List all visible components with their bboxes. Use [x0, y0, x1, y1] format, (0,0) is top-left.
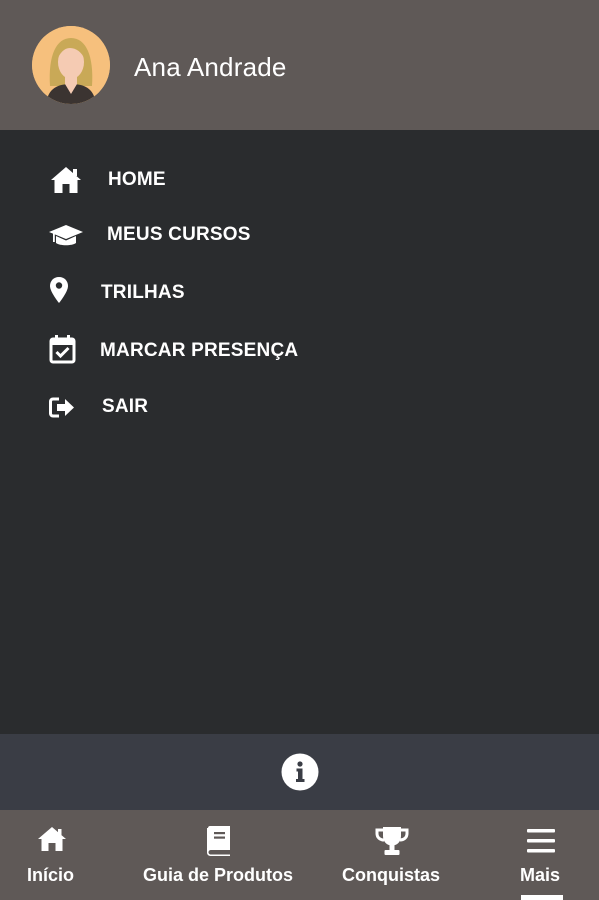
menu-item-label: SAIR [102, 396, 149, 417]
info-icon[interactable] [281, 753, 319, 791]
menu-icon [527, 828, 555, 859]
menu-item-label: MARCAR PRESENÇA [100, 340, 299, 361]
menu-item-sair[interactable]: SAIR [48, 389, 208, 425]
nav-item-conquistas[interactable]: Conquistas [338, 810, 448, 900]
nav-label: Conquistas [342, 865, 441, 885]
user-name: Ana Andrade [134, 52, 287, 82]
menu-item-meus-cursos[interactable]: MEUS CURSOS [48, 217, 268, 253]
nav-item-guia-de-produtos[interactable]: Guia de Produtos [140, 810, 300, 900]
home-icon [48, 162, 84, 198]
nav-item-mais[interactable]: Mais [510, 810, 574, 900]
menu-item-label: MEUS CURSOS [107, 224, 251, 245]
menu-item-trilhas[interactable]: TRILHAS [48, 275, 228, 311]
menu-item-label: HOME [108, 169, 166, 190]
trophy-icon [374, 825, 410, 862]
active-tab-indicator [521, 895, 563, 900]
home-icon [36, 825, 68, 858]
avatar-illustration [32, 26, 110, 104]
calendar-check-icon [48, 333, 84, 369]
book-icon [204, 825, 234, 862]
menu-item-label: TRILHAS [101, 282, 185, 303]
sign-out-icon [48, 389, 84, 425]
map-marker-icon [48, 275, 84, 311]
menu-item-marcar-presenca[interactable]: MARCAR PRESENÇA [48, 333, 308, 369]
menu-item-home[interactable]: HOME [48, 162, 248, 198]
drawer-header: Ana Andrade [0, 0, 599, 130]
nav-item-inicio[interactable]: Início [10, 810, 94, 900]
nav-label: Mais [520, 865, 561, 885]
nav-label: Guia de Produtos [143, 865, 294, 885]
nav-label: Início [27, 865, 75, 885]
graduation-cap-icon [48, 217, 84, 253]
user-avatar[interactable] [32, 26, 110, 104]
